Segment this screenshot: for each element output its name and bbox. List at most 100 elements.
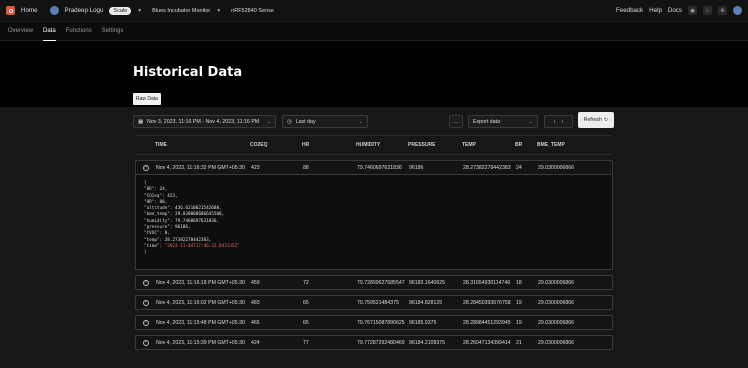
json-value: 0, [164,231,170,237]
json-key: "CO2eq": [144,193,168,199]
expand-row-icon[interactable]: + [143,279,149,286]
json-key: "time": [144,243,165,249]
user-name[interactable]: Pradeep Logu [65,7,104,14]
cell-pressure: 96183.1640625 [409,279,446,286]
chevron-down-icon[interactable]: ▼ [137,8,142,14]
cell-br: 24 [516,164,522,171]
tab-overview[interactable]: Overview [8,22,33,41]
table-row[interactable]: + Nov 4, 2023, 11:15:48 PM GMT+05:30 465 65… [135,315,613,330]
cell-temp: 28.31654930114746 [463,279,511,286]
column-header-hr[interactable]: HR [302,142,356,148]
tab-data[interactable]: Data [43,22,56,41]
plan-badge: Scale [109,6,132,15]
cell-time: Nov 4, 2023, 11:16:18 PM GMT+05:30 [156,279,245,286]
more-label: ... [453,118,459,125]
table-header: TIME CO2EQ HR HUMIDITY PRESSURE TEMP BR … [135,135,613,155]
cell-hr: 65 [303,299,309,306]
date-range-picker[interactable]: ▦ Nov 3, 2023, 11:16 PM - Nov 4, 2023, 1… [133,115,276,128]
feedback-link[interactable]: Feedback [616,7,643,14]
cell-hr: 65 [303,319,309,326]
json-value: 423, [167,193,178,199]
cell-bme-temp: 29.0300006866 [538,279,575,286]
export-label: Export data [473,118,501,125]
project-selector[interactable]: Blues Incubator Monitor [152,8,210,14]
json-key: "HR": [144,199,160,205]
theme-toggle-icon[interactable]: ☼ [703,6,712,15]
more-options-button[interactable]: ... [449,115,463,128]
cell-br: 18 [516,279,522,286]
chevron-down-icon: ⌄ [528,118,533,125]
expand-row-icon[interactable]: + [143,299,149,306]
cell-co2eq: 465 [251,319,260,326]
json-value: 96186, [175,225,191,231]
cell-br: 21 [516,339,522,346]
collapse-row-icon[interactable]: − [143,164,149,171]
chevron-down-icon: ⌄ [358,118,363,125]
top-bar: Home Pradeep Logu Scale ▼ Blues Incubato… [0,0,748,22]
cell-humidity: 79.759521484375 [357,299,399,306]
cell-time: Nov 4, 2023, 11:15:39 PM GMT+05:30 [156,339,245,346]
pagination-controls: ‹ › [544,115,573,128]
cell-time: Nov 4, 2023, 11:16:32 PM GMT+05:30 [156,164,245,171]
time-preset-value: Last day [295,118,316,125]
column-header-temp[interactable]: TEMP [462,142,515,148]
time-preset-select[interactable]: ◷ Last day ⌄ [282,115,368,128]
page-header: Historical Data [0,41,748,105]
table-row[interactable]: + Nov 4, 2023, 11:15:39 PM GMT+05:30 424 77… [135,335,613,350]
json-key: "temp": [144,237,165,243]
prev-page-icon[interactable]: ‹ [554,119,556,125]
json-line: } [144,250,604,256]
cell-bme-temp: 29.0300006866 [538,339,575,346]
date-range-value: Nov 3, 2023, 11:16 PM - Nov 4, 2023, 11:… [147,118,260,125]
home-link[interactable]: Home [21,7,38,14]
chevron-down-icon[interactable]: ▼ [216,8,221,14]
column-header-time[interactable]: TIME [155,142,250,148]
cell-br: 19 [516,299,522,306]
app-logo-icon[interactable] [6,6,15,15]
table-row[interactable]: + Nov 4, 2023, 11:16:18 PM GMT+05:30 459 72… [135,275,613,290]
cell-bme-temp: 29.0300006866 [538,299,575,306]
json-value: 88, [159,199,168,205]
refresh-icon: ↻ [603,117,609,123]
cell-humidity: 79.76715087890625 [357,319,405,326]
json-key: "BR": [144,187,160,193]
column-header-co2eq[interactable]: CO2EQ [250,142,302,148]
notifications-icon[interactable]: ◉ [688,6,697,15]
tab-functions[interactable]: Functions [66,22,92,41]
cell-hr: 88 [303,164,309,171]
settings-icon[interactable]: ⚙ [718,6,727,15]
cell-temp: 28.27382278442383 [463,164,511,171]
cell-co2eq: 459 [251,279,260,286]
next-page-icon[interactable]: › [562,119,564,125]
device-name[interactable]: nRF52840 Sense [231,8,274,14]
json-key: { [144,181,147,186]
refresh-button[interactable]: Refresh ↻ [578,112,614,128]
json-key: "altitude": [144,206,176,212]
export-data-select[interactable]: Export data ⌄ [468,115,538,128]
json-value: 28.27382278442383, [164,237,212,243]
expand-row-icon[interactable]: + [143,339,149,346]
help-link[interactable]: Help [649,7,662,14]
clock-icon: ◷ [287,118,292,125]
table-row[interactable]: + Nov 4, 2023, 11:16:02 PM GMT+05:30 483 65… [135,295,613,310]
docs-link[interactable]: Docs [668,7,682,14]
tab-bar: Overview Data Functions Settings [0,22,748,41]
column-header-br[interactable]: BR [515,142,537,148]
account-avatar[interactable] [733,6,742,15]
table-row-expanded[interactable]: − Nov 4, 2023, 11:16:32 PM GMT+05:30 423… [135,160,613,175]
cell-time: Nov 4, 2023, 11:15:48 PM GMT+05:30 [156,319,245,326]
json-value: 29.030000686645508, [175,212,225,218]
expand-row-icon[interactable]: + [143,319,149,326]
column-header-bme-temp[interactable]: BME_TEMP [537,142,613,148]
column-header-pressure[interactable]: PRESSURE [408,142,462,148]
cell-temp: 28.28984451293945 [463,319,511,326]
tab-raw-data[interactable]: Raw Data [133,93,161,105]
tab-settings[interactable]: Settings [102,22,124,41]
user-avatar[interactable] [49,6,59,15]
json-key: "tVOC": [144,231,165,237]
cell-pressure: 96186 [409,164,424,171]
cell-humidity: 79.7460697631836 [357,164,402,171]
json-value: 79.7460697631836, [175,218,220,224]
column-header-humidity[interactable]: HUMIDITY [356,142,408,148]
json-detail-view: { "BR": 24, "CO2eq": 423, "HR": 88, "alt… [135,175,613,270]
